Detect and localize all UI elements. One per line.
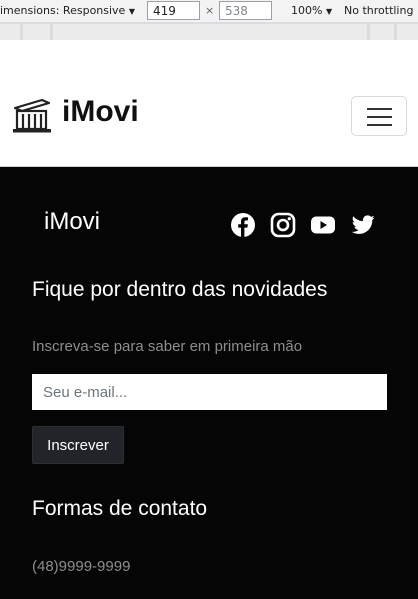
times-symbol: × bbox=[205, 4, 215, 17]
height-input[interactable] bbox=[219, 1, 272, 20]
media-query-ruler[interactable] bbox=[0, 22, 418, 40]
width-input[interactable] bbox=[147, 1, 200, 20]
zoom-label: 100% bbox=[291, 4, 323, 17]
throttling-dropdown[interactable]: No throttling bbox=[344, 4, 413, 17]
ruler-segment[interactable] bbox=[370, 24, 394, 40]
site-footer: iMovi Fique por dentro das novidades Ins… bbox=[0, 167, 418, 599]
newsletter-subtitle: Inscreva-se para saber em primeira mão bbox=[32, 338, 303, 355]
ruler-segment[interactable] bbox=[397, 24, 418, 40]
ruler-segment[interactable] bbox=[23, 24, 50, 40]
caret-down-icon: ▼ bbox=[128, 7, 135, 16]
facebook-icon[interactable] bbox=[230, 212, 256, 238]
zoom-dropdown[interactable]: 100% ▼ bbox=[291, 4, 332, 17]
ruler-segment[interactable] bbox=[0, 24, 20, 40]
dimensions-dropdown[interactable]: imensions: Responsive ▼ bbox=[0, 4, 135, 17]
subscribe-button[interactable]: Inscrever bbox=[32, 426, 124, 464]
instagram-icon[interactable] bbox=[270, 212, 296, 238]
brand-name[interactable]: iMovi bbox=[62, 95, 139, 129]
newsletter-heading: Fique por dentro das novidades bbox=[32, 278, 328, 301]
social-links bbox=[230, 212, 380, 240]
dimensions-label: imensions: Responsive bbox=[0, 4, 126, 17]
navbar-toggler-button[interactable] bbox=[351, 96, 407, 136]
devtools-toolbar: imensions: Responsive ▼ × 100% ▼ No thro… bbox=[0, 0, 418, 22]
throttling-label: No throttling bbox=[344, 4, 414, 17]
caret-down-icon: ▼ bbox=[325, 7, 333, 16]
building-icon[interactable] bbox=[12, 98, 52, 134]
footer-brand-name[interactable]: iMovi bbox=[44, 208, 100, 236]
contact-phone: (48)9999-9999 bbox=[32, 558, 131, 575]
contact-heading: Formas de contato bbox=[32, 497, 208, 520]
youtube-icon[interactable] bbox=[310, 212, 336, 238]
site-navbar: iMovi bbox=[0, 64, 418, 167]
ruler-segment[interactable] bbox=[53, 24, 367, 40]
viewport-gap bbox=[0, 40, 418, 64]
email-input[interactable] bbox=[32, 374, 387, 410]
twitter-icon[interactable] bbox=[350, 212, 376, 238]
